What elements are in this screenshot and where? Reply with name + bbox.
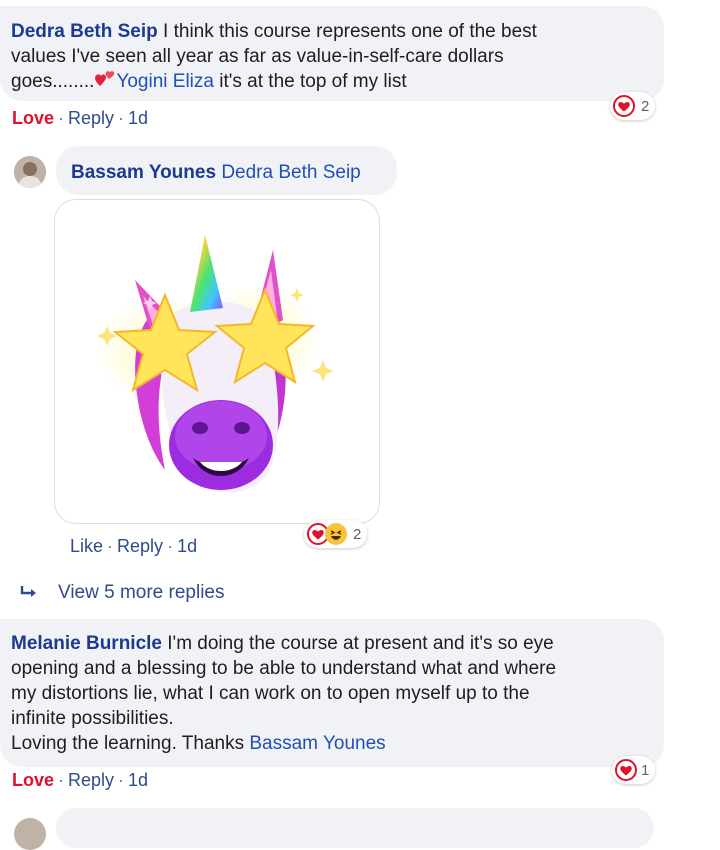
comment-author[interactable]: Melanie Burnicle (11, 633, 162, 654)
reaction-count: 1 (641, 761, 650, 779)
reply-arrow-icon (20, 584, 42, 602)
view-more-replies[interactable]: View 5 more replies (20, 582, 225, 604)
reaction-summary[interactable]: 1 (612, 756, 656, 784)
comment-text: goes........ (11, 71, 95, 92)
mention-dedra-beth-seip[interactable]: Dedra Beth Seip (221, 162, 360, 183)
timestamp[interactable]: 1d (128, 770, 148, 790)
reply-link[interactable]: Reply (117, 536, 163, 556)
unicorn-sticker[interactable] (54, 199, 380, 524)
heart-icon (613, 95, 635, 117)
avatar[interactable] (14, 156, 46, 188)
comment-line: Dedra Beth Seip I think this course repr… (11, 19, 652, 44)
avatar[interactable] (14, 818, 46, 850)
comment-bubble (56, 808, 654, 848)
comment-text: my distortions lie, what I can work on t… (11, 683, 530, 704)
mention-yogini-eliza[interactable]: Yogini Eliza (116, 71, 214, 92)
comment-bubble-melanie: Melanie Burnicle I'm doing the course at… (0, 619, 664, 767)
reaction-summary[interactable]: 2 (610, 92, 656, 120)
two-hearts-emoji-icon (94, 69, 116, 87)
comment-actions: Like · Reply · 1d (70, 536, 198, 556)
comment-text: I think this course represents one of th… (163, 21, 537, 42)
view-more-label: View 5 more replies (58, 582, 225, 603)
mention-bassam-younes[interactable]: Bassam Younes (249, 733, 385, 754)
like-link[interactable]: Like (70, 536, 103, 556)
love-link[interactable]: Love (12, 108, 54, 128)
comment-text: opening and a blessing to be able to und… (11, 658, 557, 679)
reaction-summary[interactable]: 2 (304, 520, 368, 548)
comment-bubble-bassam: Bassam Younes Dedra Beth Seip (56, 146, 397, 195)
comment-text: values I've seen all year as far as valu… (11, 46, 504, 67)
love-link[interactable]: Love (12, 770, 54, 790)
laughing-face-icon (325, 523, 347, 545)
reaction-count: 2 (353, 525, 362, 543)
reply-link[interactable]: Reply (68, 770, 114, 790)
comment-line: Melanie Burnicle I'm doing the course at… (11, 631, 652, 656)
comment-text: it's at the top of my list (219, 71, 407, 92)
comment-actions: Love · Reply · 1d (12, 108, 149, 128)
comment-bubble-dedra: Dedra Beth Seip I think this course repr… (0, 6, 664, 101)
comment-author[interactable]: Bassam Younes (71, 162, 216, 183)
timestamp[interactable]: 1d (128, 108, 148, 128)
comment-author[interactable]: Dedra Beth Seip (11, 21, 158, 42)
heart-icon (615, 759, 637, 781)
comment-line: goes........ Yogini Eliza it's at the to… (11, 69, 652, 94)
comment-text: infinite possibilities. (11, 708, 174, 729)
reply-link[interactable]: Reply (68, 108, 114, 128)
comment-actions: Love · Reply · 1d (12, 770, 149, 790)
reaction-count: 2 (641, 97, 650, 115)
timestamp[interactable]: 1d (177, 536, 197, 556)
comment-text: Loving the learning. Thanks (11, 733, 245, 754)
comment-text: I'm doing the course at present and it's… (167, 633, 554, 654)
comment-line: Loving the learning. Thanks Bassam Youne… (11, 731, 652, 756)
